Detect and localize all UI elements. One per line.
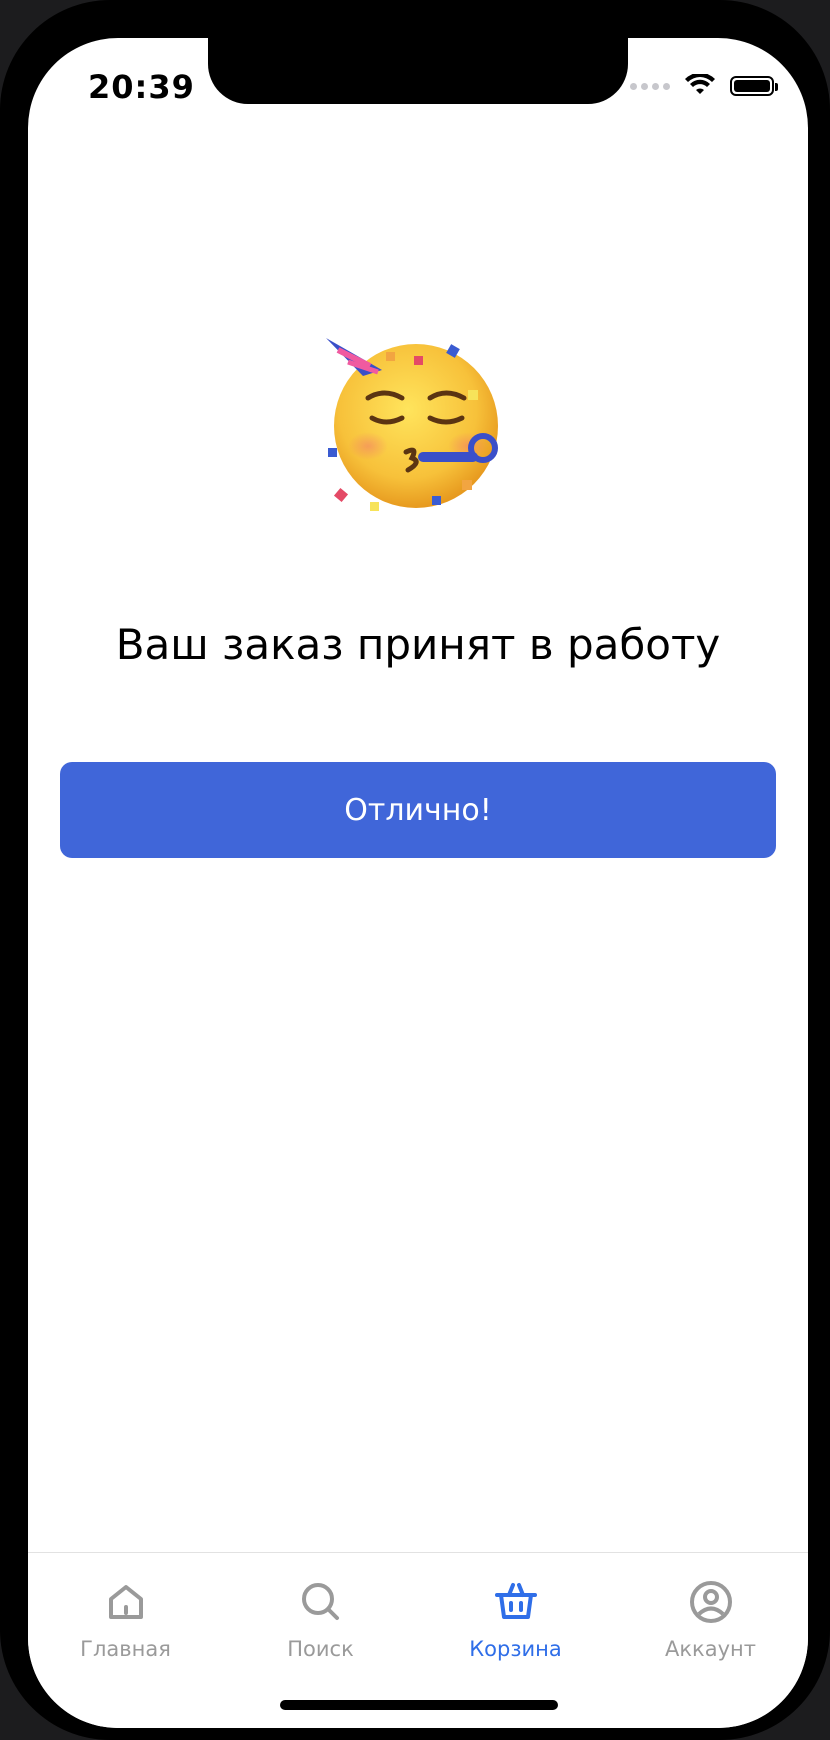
home-icon — [108, 1585, 143, 1619]
status-time: 20:39 — [88, 68, 195, 106]
home-indicator — [280, 1700, 558, 1710]
app-screen: 20:39 Ваш заказ принят в работу Отлично!… — [28, 38, 808, 1728]
status-icons — [630, 74, 778, 98]
page-title: Ваш заказ принят в работу — [115, 620, 721, 669]
search-icon — [301, 1583, 339, 1620]
wifi-icon — [685, 74, 715, 94]
signal-icon — [630, 82, 670, 90]
tab-search[interactable]: Поиск — [223, 1577, 418, 1661]
battery-icon — [730, 76, 778, 96]
party-face-icon — [326, 338, 498, 511]
confirm-button[interactable]: Отлично! — [60, 762, 776, 858]
tab-account-label: Аккаунт — [665, 1637, 756, 1661]
device-frame: 20:39 Ваш заказ принят в работу Отлично!… — [0, 0, 830, 1740]
tab-home[interactable]: Главная — [28, 1577, 223, 1661]
tab-home-label: Главная — [80, 1637, 171, 1661]
tab-cart-label: Корзина — [469, 1637, 562, 1661]
tab-search-label: Поиск — [287, 1637, 354, 1661]
tab-account[interactable]: Аккаунт — [613, 1577, 808, 1661]
account-icon — [689, 1581, 732, 1623]
basket-icon — [494, 1583, 537, 1619]
notch — [208, 38, 628, 104]
tab-cart[interactable]: Корзина — [418, 1577, 613, 1661]
